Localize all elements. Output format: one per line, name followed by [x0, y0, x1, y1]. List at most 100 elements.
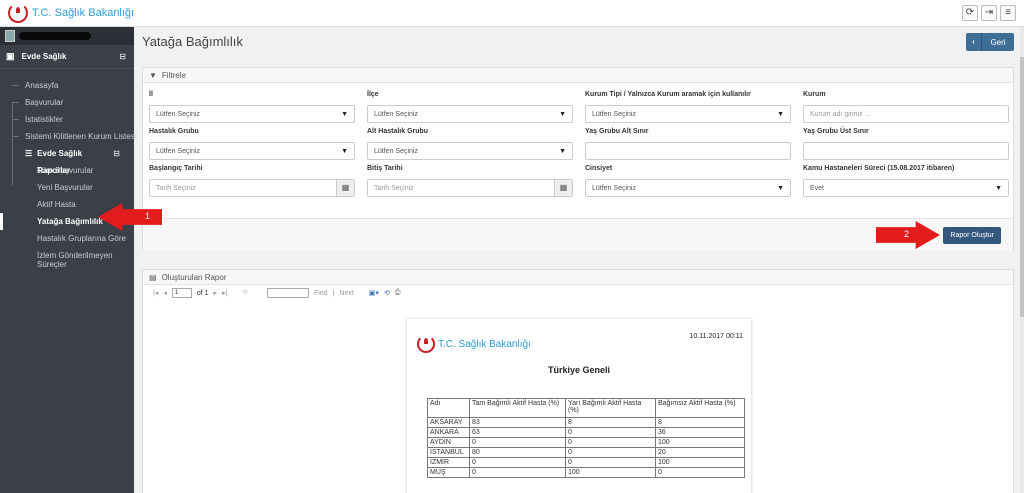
report-table: Adı Tam Bağımlı Aktif Hasta (%) Yarı Bağ… — [427, 398, 745, 478]
logout-button[interactable]: ⇥ — [981, 5, 997, 21]
print-icon[interactable]: ⎙ — [395, 289, 401, 297]
sidebar-item-anasayfa[interactable]: Anasayfa — [0, 77, 134, 94]
baslangic-placeholder: Tarih Seçiniz — [156, 184, 196, 192]
filter-panel: ▼ Filtrele İl Lütfen Seçiniz ▼ İlçe Lütfe… — [142, 67, 1014, 251]
menu-icon: ≡ — [1005, 7, 1011, 18]
menu-button[interactable]: ≡ — [1000, 5, 1016, 21]
calendar-icon[interactable]: ▦ — [336, 180, 354, 196]
cinsiyet-select[interactable]: Lütfen Seçiniz ▼ — [585, 179, 791, 197]
user-name-redacted — [19, 32, 91, 40]
page-scrollbar[interactable] — [1020, 27, 1024, 493]
sidebar: ▣ Evde Sağlık ⊟ Anasayfa Başvurular İsta… — [0, 27, 137, 493]
export-icon[interactable]: ▣▾ — [369, 289, 379, 297]
table-cell: AYDIN — [427, 437, 470, 448]
cinsiyet-value: Lütfen Seçiniz — [592, 184, 636, 192]
yas-ust-input[interactable] — [803, 142, 1009, 160]
refresh-report-icon[interactable]: ⟐ — [242, 289, 248, 297]
report-heading: Türkiye Geneli — [547, 365, 611, 375]
yas-alt-input[interactable] — [585, 142, 791, 160]
bitis-date-input[interactable]: Tarih Seçiniz ▦ — [367, 179, 573, 197]
table-cell: 0 — [469, 437, 566, 448]
report-viewer-toolbar: |◂ ◂ 1 of 1 ▸ ▸| ⟐ Find | Next ▣▾ ⟲ ⎙ — [143, 285, 1013, 301]
il-value: Lütfen Seçiniz — [156, 110, 200, 118]
hastalik-grubu-value: Lütfen Seçiniz — [156, 147, 200, 155]
hastalik-grubu-field: Hastalık Grubu Lütfen Seçiniz ▼ — [149, 128, 355, 160]
table-cell: 0 — [469, 467, 566, 478]
kamu-select[interactable]: Evet ▼ — [803, 179, 1009, 197]
page-number-input[interactable]: 1 — [171, 288, 192, 298]
alt-hastalik-field: Alt Hastalık Grubu Lütfen Seçiniz ▼ — [367, 128, 573, 160]
dropdown-arrow-icon: ▼ — [777, 110, 784, 118]
table-cell: 20 — [655, 447, 745, 458]
dropdown-arrow-icon: ▼ — [341, 147, 348, 155]
back-label: Geri — [990, 37, 1006, 47]
sidebar-module-header[interactable]: ▣ Evde Sağlık ⊟ — [0, 45, 134, 69]
table-row: İZMİR 0 0 100 — [427, 457, 745, 468]
list-icon: ☰ — [25, 149, 33, 158]
kurum-label: Kurum — [803, 91, 826, 98]
dropdown-arrow-icon: ▼ — [777, 184, 784, 192]
table-cell: 100 — [655, 437, 745, 448]
sidebar-item-izlem-gonderilmeyen[interactable]: İzlem Gönderilmeyen Süreçler — [0, 247, 134, 271]
refresh-button[interactable]: ⟳ — [962, 5, 978, 21]
table-cell: İSTANBUL — [427, 447, 470, 458]
toolbar-separator: | — [332, 289, 335, 297]
group-collapse-icon[interactable]: ⊟ — [113, 145, 120, 162]
yas-alt-field: Yaş Grubu Alt Sınır — [585, 128, 791, 160]
prev-page-icon[interactable]: ◂ — [163, 289, 167, 297]
sidebar-group-raporlar[interactable]: ☰ Evde Sağlık Raporlar ⊟ — [0, 145, 134, 175]
collapse-toggle-icon[interactable]: ⊟ — [119, 52, 126, 61]
hastalik-grubu-select[interactable]: Lütfen Seçiniz ▼ — [149, 142, 355, 160]
alt-hastalik-select[interactable]: Lütfen Seçiniz ▼ — [367, 142, 573, 160]
table-cell: 0 — [655, 467, 745, 478]
logo-text: T.C. Sağlık Bakanlığı — [32, 7, 135, 19]
table-cell: 100 — [655, 457, 745, 468]
kurum-input[interactable]: Kurum adı giriniz ... — [803, 105, 1009, 123]
scrollbar-thumb[interactable] — [1020, 57, 1024, 317]
ilce-select[interactable]: Lütfen Seçiniz ▼ — [367, 105, 573, 123]
bitis-field: Bitiş Tarihi Tarih Seçiniz ▦ — [367, 165, 573, 197]
last-page-icon[interactable]: ▸| — [222, 289, 227, 297]
sidebar-item-basvurular[interactable]: Başvurular — [0, 94, 134, 111]
table-cell: 36 — [655, 427, 745, 438]
report-logo: T.C. Sağlık Bakanlığı — [417, 335, 531, 353]
table-cell: 80 — [469, 447, 566, 458]
calendar-icon[interactable]: ▦ — [554, 180, 572, 196]
sidebar-item-label: İzlem Gönderilmeyen — [37, 251, 113, 260]
report-panel: ▤ Oluşturulan Rapor |◂ ◂ 1 of 1 ▸ ▸| ⟐ F… — [142, 269, 1014, 493]
sidebar-item-hastalik-gruplari[interactable]: Hastalık Gruplarına Göre — [0, 230, 134, 247]
table-row: İSTANBUL 80 0 20 — [427, 447, 745, 458]
refresh-view-icon[interactable]: ⟲ — [384, 289, 390, 297]
ministry-emblem-icon — [8, 3, 28, 23]
user-info — [0, 27, 134, 45]
rapor-olustur-button[interactable]: Rapor Oluştur — [943, 227, 1001, 244]
logout-icon: ⇥ — [984, 7, 994, 18]
annotation-number: 1 — [144, 211, 150, 221]
next-page-icon[interactable]: ▸ — [214, 289, 218, 297]
first-page-icon[interactable]: |◂ — [153, 289, 158, 297]
kurum-tipi-select[interactable]: Lütfen Seçiniz ▼ — [585, 105, 791, 123]
kurum-tipi-value: Lütfen Seçiniz — [592, 110, 636, 118]
yas-ust-field: Yaş Grubu Üst Sınır — [803, 128, 1009, 160]
sidebar-item-kilitlenen-kurum[interactable]: Sistemi Kilitlenen Kurum Listesi — [0, 128, 137, 145]
ministry-logo[interactable]: T.C. Sağlık Bakanlığı — [8, 3, 134, 23]
sidebar-item-istatistikler[interactable]: İstatistikler — [0, 111, 134, 128]
baslangic-date-input[interactable]: Tarih Seçiniz ▦ — [149, 179, 355, 197]
column-header: Adı — [427, 398, 470, 418]
find-link[interactable]: Find — [314, 290, 328, 297]
ilce-value: Lütfen Seçiniz — [374, 110, 418, 118]
sidebar-item-yeni-basvurular[interactable]: Yeni Başvurular — [0, 179, 134, 196]
find-input[interactable] — [266, 288, 309, 298]
il-select[interactable]: Lütfen Seçiniz ▼ — [149, 105, 355, 123]
table-row: AYDIN 0 0 100 — [427, 437, 745, 448]
column-header: Yarı Bağımlı Aktif Hasta (%) — [565, 398, 656, 418]
kurum-tipi-field: Kurum Tipi / Yalnızca Kurum aramak için … — [585, 91, 791, 123]
top-bar: T.C. Sağlık Bakanlığı ⟳ ⇥ ≡ — [0, 0, 1024, 27]
next-link[interactable]: Next — [339, 290, 353, 297]
table-cell: MUŞ — [427, 467, 470, 478]
back-button[interactable]: ‹ Geri — [966, 33, 1014, 51]
table-cell: 0 — [565, 447, 656, 458]
kamu-field: Kamu Hastaneleri Süreci (15.08.2017 itib… — [803, 165, 1009, 197]
table-cell: 0 — [565, 457, 656, 468]
main-content: Yatağa Bağımlılık ‹ Geri ▼ Filtrele İl L… — [134, 27, 1020, 493]
